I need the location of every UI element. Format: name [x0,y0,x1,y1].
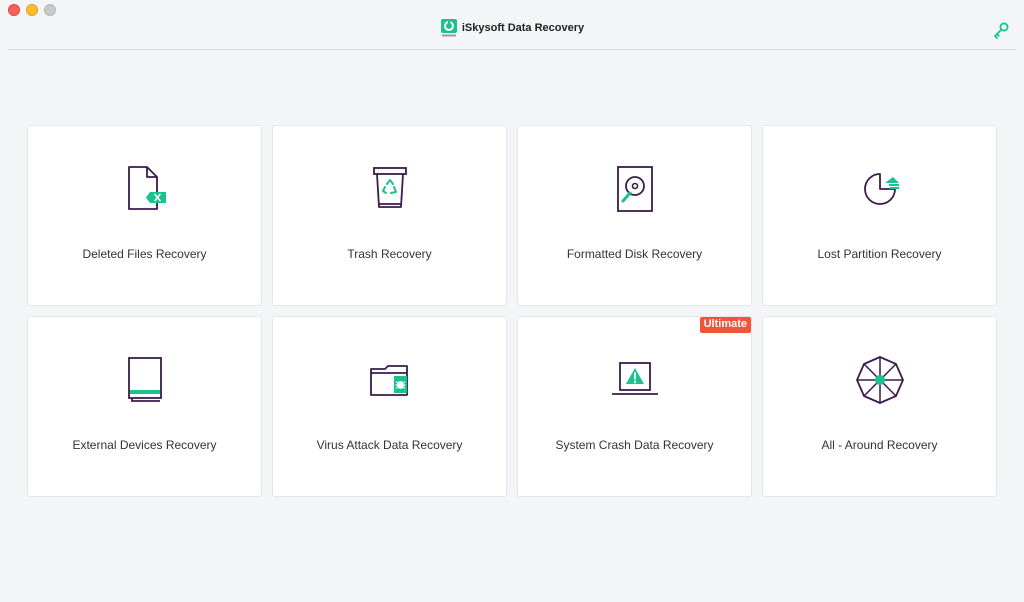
card-label: All - Around Recovery [821,438,938,452]
card-lost-partition-recovery[interactable]: Lost Partition Recovery [762,125,997,306]
all-around-icon [855,356,904,404]
ultimate-badge: Ultimate [699,317,751,333]
window-controls [8,4,56,16]
minimize-window-button[interactable] [26,4,38,16]
card-trash-recovery[interactable]: Trash Recovery [272,125,507,306]
recovery-mode-grid: Deleted Files Recovery Trash Recovery Fo… [27,125,997,497]
card-deleted-files-recovery[interactable]: Deleted Files Recovery [27,125,262,306]
title-bar: iSkysoft Data Recovery [0,0,1024,50]
app-logo-icon [440,19,457,37]
card-label: External Devices Recovery [72,438,217,452]
crashed-laptop-icon [611,362,658,395]
card-formatted-disk-recovery[interactable]: Formatted Disk Recovery [517,125,752,306]
app-title: iSkysoft Data Recovery [0,18,1024,38]
app-title-text: iSkysoft Data Recovery [461,22,585,34]
card-label: Formatted Disk Recovery [566,247,703,261]
card-virus-attack-data-recovery[interactable]: Virus Attack Data Recovery [272,316,507,497]
partition-icon [863,173,899,205]
close-window-button[interactable] [8,4,20,16]
card-label: Trash Recovery [347,247,432,261]
title-divider [8,49,1016,50]
virus-folder-icon [369,365,408,396]
card-label: System Crash Data Recovery [555,438,714,452]
card-external-devices-recovery[interactable]: External Devices Recovery [27,316,262,497]
maximize-window-button[interactable] [44,4,56,16]
card-label: Lost Partition Recovery [817,247,942,261]
card-system-crash-data-recovery[interactable]: Ultimate System Crash Data Recovery [517,316,752,497]
trash-icon [372,167,407,208]
deleted-file-icon [127,166,166,210]
card-label: Virus Attack Data Recovery [316,438,463,452]
card-all-around-recovery[interactable]: All - Around Recovery [762,316,997,497]
card-label: Deleted Files Recovery [82,247,207,261]
key-icon[interactable] [992,21,1010,39]
app-window: iSkysoft Data Recovery Deleted Files Rec… [0,0,1024,602]
external-device-icon [127,357,162,402]
hard-disk-icon [616,166,653,212]
